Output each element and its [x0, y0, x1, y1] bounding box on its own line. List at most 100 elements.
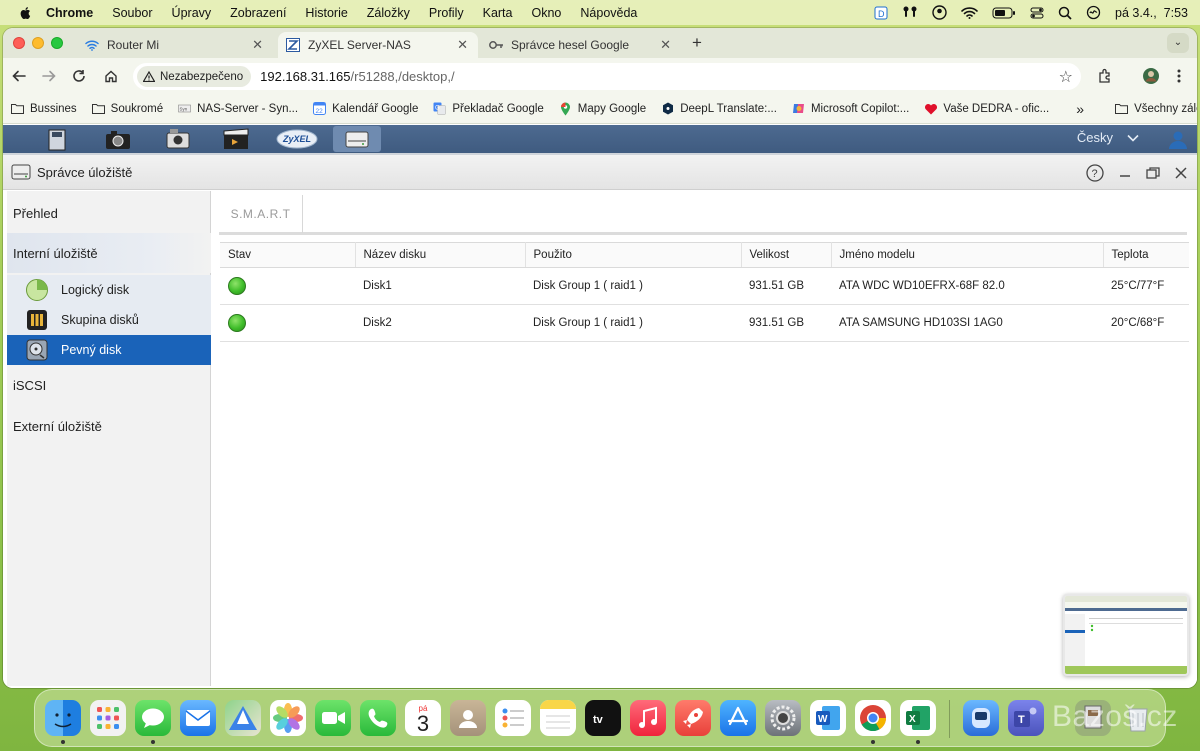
bookmark-item[interactable]: Soukromé [91, 102, 163, 115]
bookmark-item[interactable]: Mapy Google [559, 102, 646, 115]
close-tab-icon[interactable]: ✕ [457, 37, 468, 53]
reminders-icon[interactable] [495, 700, 531, 736]
sidebar-item-overview[interactable]: Přehled [7, 193, 211, 233]
menu-bookmarks[interactable]: Záložky [367, 6, 410, 20]
close-window-button[interactable] [13, 37, 25, 49]
sidebar-item-disk-group[interactable]: Skupina disků [7, 305, 211, 335]
nas-app-photo-icon[interactable] [103, 126, 133, 152]
bookmark-item[interactable]: 22 Kalendář Google [313, 102, 418, 115]
column-header-used[interactable]: Použito [525, 242, 742, 268]
nas-app-camera-icon[interactable] [163, 126, 193, 152]
nas-app-zyxel-icon[interactable]: ZyXEL [275, 126, 319, 152]
screenshot-thumbnail[interactable] [1063, 594, 1189, 676]
siri-icon[interactable] [1086, 5, 1101, 20]
notes-icon[interactable] [540, 700, 576, 736]
column-header-temperature[interactable]: Teplota [1103, 242, 1189, 268]
photos-icon[interactable] [270, 700, 306, 736]
apple-icon[interactable] [18, 6, 32, 20]
forward-icon[interactable] [39, 66, 59, 86]
control-center-icon[interactable] [1030, 6, 1044, 20]
more-bookmarks-chevron[interactable]: » [1076, 101, 1084, 117]
calendar-app-icon[interactable]: pá 3 [405, 700, 441, 736]
close-tab-icon[interactable]: ✕ [660, 37, 671, 53]
tab-zyxel-nas[interactable]: ZyXEL Server-NAS ✕ [278, 32, 478, 58]
menu-file[interactable]: Soubor [112, 6, 152, 20]
reload-icon[interactable] [69, 66, 89, 86]
app-store-icon[interactable] [720, 700, 756, 736]
menu-edit[interactable]: Úpravy [172, 6, 212, 20]
bookmark-item[interactable]: DeepL Translate:... [661, 102, 777, 115]
bookmark-item[interactable]: Microsoft Copilot:... [792, 102, 909, 115]
apple-tv-icon[interactable]: tv [585, 700, 621, 736]
column-header-status[interactable]: Stav [220, 242, 356, 268]
bookmark-item[interactable]: G Překladač Google [433, 102, 544, 115]
launchpad-icon[interactable] [90, 700, 126, 736]
sidebar-item-logical-disk[interactable]: Logický disk [7, 275, 211, 305]
home-icon[interactable] [101, 66, 121, 86]
tab-password-manager[interactable]: Správce hesel Google ✕ [481, 32, 681, 58]
screen-sharing-icon[interactable] [963, 700, 999, 736]
user-icon[interactable] [1167, 128, 1189, 150]
table-row[interactable]: Disk2 Disk Group 1 ( raid1 ) 931.51 GB A… [220, 304, 1189, 342]
battery-icon[interactable] [992, 7, 1016, 19]
bookmark-star-icon[interactable]: ☆ [1059, 67, 1073, 87]
close-icon[interactable] [1171, 163, 1191, 183]
all-bookmarks-folder[interactable]: Všechny záložky [1115, 102, 1197, 115]
tab-smart[interactable]: S.M.A.R.T [219, 195, 303, 233]
sidebar-item-iscsi[interactable]: iSCSI [7, 365, 211, 405]
teams-icon[interactable]: T [1008, 700, 1044, 736]
music-icon[interactable] [630, 700, 666, 736]
close-tab-icon[interactable]: ✕ [252, 37, 263, 53]
system-settings-icon[interactable] [765, 700, 801, 736]
back-icon[interactable] [9, 66, 29, 86]
column-header-disk-name[interactable]: Název disku [355, 242, 526, 268]
sidebar-item-internal-storage[interactable]: Interní úložiště [7, 233, 211, 273]
nas-app-video-icon[interactable] [221, 126, 251, 152]
tab-router-mi[interactable]: Router Mi ✕ [77, 32, 273, 58]
airpods-icon[interactable] [902, 6, 918, 20]
security-chip[interactable]: Nezabezpečeno [137, 66, 252, 87]
tab-search-button[interactable]: ⌄ [1167, 33, 1189, 53]
menu-window[interactable]: Okno [532, 6, 562, 20]
chrome-icon[interactable] [855, 700, 891, 736]
language-selector[interactable]: Česky [1077, 130, 1139, 145]
nas-app-storage-manager-icon[interactable] [333, 126, 381, 152]
menu-profiles[interactable]: Profily [429, 6, 464, 20]
sidebar-item-hard-disk[interactable]: Pevný disk [7, 335, 211, 365]
rocket-app-icon[interactable] [675, 700, 711, 736]
menu-app-name[interactable]: Chrome [46, 6, 93, 20]
messages-icon[interactable] [135, 700, 171, 736]
address-bar[interactable]: Nezabezpečeno 192.168.31.165/r51288,/des… [133, 63, 1081, 90]
minimize-window-button[interactable] [32, 37, 44, 49]
minimize-icon[interactable] [1115, 163, 1135, 183]
new-tab-button[interactable]: + [686, 32, 708, 54]
extensions-icon[interactable] [1095, 66, 1115, 86]
column-header-model[interactable]: Jméno modelu [831, 242, 1104, 268]
restore-icon[interactable] [1143, 163, 1163, 183]
mail-icon[interactable] [180, 700, 216, 736]
facetime-icon[interactable] [315, 700, 351, 736]
wifi-status-icon[interactable] [961, 6, 978, 19]
table-row[interactable]: Disk1 Disk Group 1 ( raid1 ) 931.51 GB A… [220, 267, 1189, 305]
dictionary-icon[interactable]: D [874, 6, 888, 20]
bookmark-item[interactable]: Syn NAS-Server - Syn... [178, 102, 298, 115]
menu-tab[interactable]: Karta [483, 6, 513, 20]
menu-history[interactable]: Historie [305, 6, 347, 20]
menu-help[interactable]: Nápověda [580, 6, 637, 20]
menu-view[interactable]: Zobrazení [230, 6, 286, 20]
sidebar-item-external-storage[interactable]: Externí úložiště [7, 406, 211, 446]
phone-icon[interactable] [360, 700, 396, 736]
finder-icon[interactable] [45, 700, 81, 736]
help-icon[interactable]: ? [1085, 163, 1105, 183]
spotlight-icon[interactable] [1058, 6, 1072, 20]
maps-icon[interactable] [225, 700, 261, 736]
nas-app-storage-icon[interactable] [43, 126, 73, 152]
account-icon[interactable] [932, 5, 947, 20]
bookmark-item[interactable]: Bussines [11, 102, 77, 115]
bookmark-item[interactable]: Vaše DEDRA - ofic... [924, 102, 1049, 115]
menu-kebab-icon[interactable] [1169, 66, 1189, 86]
zoom-window-button[interactable] [51, 37, 63, 49]
word-icon[interactable]: W [810, 700, 846, 736]
profile-avatar-icon[interactable] [1141, 66, 1161, 86]
column-header-size[interactable]: Velikost [741, 242, 832, 268]
